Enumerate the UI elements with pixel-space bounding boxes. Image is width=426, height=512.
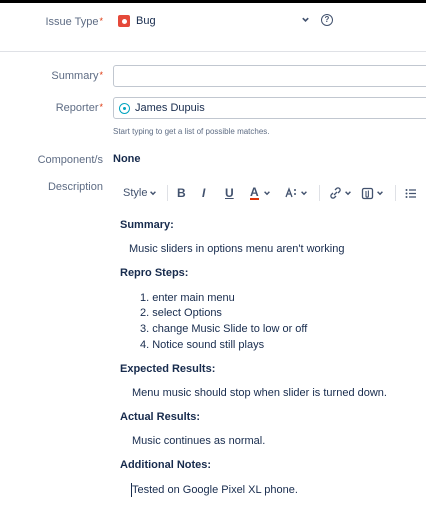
text-color-button[interactable]: A [250, 178, 271, 208]
expected-heading: Expected Results: [120, 363, 216, 375]
italic-button[interactable]: I [202, 178, 205, 208]
required-mark: * [99, 16, 103, 26]
issue-type-label-text: Issue Type [45, 16, 99, 28]
repro-step: 4. Notice sound still plays [140, 339, 265, 351]
repro-step: 3. change Music Slide to low or off [140, 323, 308, 335]
reporter-hint: Start typing to get a list of possible m… [113, 127, 270, 136]
bold-button[interactable]: B [177, 178, 186, 208]
chevron-down-icon [263, 191, 270, 196]
text-color-letter: A [250, 185, 259, 200]
style-dropdown[interactable]: Style [123, 178, 157, 208]
toolbar-separator [319, 185, 320, 201]
link-button[interactable] [329, 178, 352, 208]
summary-label-text: Summary [51, 70, 99, 82]
repro-step: 1. enter main menu [140, 292, 235, 304]
underline-button[interactable]: U [225, 178, 234, 208]
chevron-down-icon [302, 17, 309, 22]
required-mark: * [99, 102, 103, 112]
link-icon [330, 187, 341, 199]
repro-step: 2. select Options [140, 307, 222, 319]
chevron-down-icon [301, 191, 307, 196]
issue-type-value: Bug [136, 15, 156, 27]
chevron-down-icon [150, 191, 157, 196]
actual-heading: Actual Results: [120, 411, 201, 423]
chevron-down-icon [345, 191, 351, 196]
toolbar-separator [395, 185, 396, 201]
summary-input[interactable] [113, 65, 426, 87]
actual-text: Music continues as normal. [132, 435, 266, 447]
summary-text: Music sliders in options menu aren't wor… [129, 243, 345, 255]
repro-heading: Repro Steps: [120, 267, 189, 279]
editor-toolbar: Style B I U A [113, 178, 426, 208]
top-border [0, 0, 426, 3]
components-label: Component/s [37, 154, 103, 166]
style-label: Style [123, 187, 148, 199]
reporter-value: James Dupuis [135, 102, 205, 114]
text-style-icon [285, 187, 296, 198]
chevron-down-icon [377, 191, 383, 196]
components-value[interactable]: None [113, 153, 141, 165]
attachment-icon [361, 187, 374, 199]
notes-text: Tested on Google Pixel XL phone. [132, 484, 298, 496]
toolbar-separator [167, 185, 168, 201]
bug-icon [118, 15, 130, 27]
attachment-button[interactable] [361, 178, 384, 208]
issue-type-select[interactable]: Bug [113, 10, 314, 32]
expected-text: Menu music should stop when slider is tu… [132, 387, 387, 399]
reporter-field[interactable]: James Dupuis [113, 97, 426, 119]
summary-label: Summary* [0, 70, 103, 82]
help-icon[interactable]: ? [321, 14, 333, 26]
more-formatting-button[interactable] [285, 178, 308, 208]
notes-heading: Additional Notes: [120, 459, 212, 471]
reporter-label: Reporter* [0, 102, 103, 114]
required-mark: * [99, 70, 103, 80]
bullet-list-button[interactable] [405, 178, 417, 208]
section-divider [0, 51, 426, 52]
bullet-list-icon [405, 188, 416, 198]
issue-type-label: Issue Type* [0, 16, 103, 28]
description-label: Description [47, 181, 103, 193]
summary-heading: Summary: [120, 219, 174, 231]
avatar-icon [119, 102, 130, 114]
reporter-label-text: Reporter [55, 102, 99, 114]
